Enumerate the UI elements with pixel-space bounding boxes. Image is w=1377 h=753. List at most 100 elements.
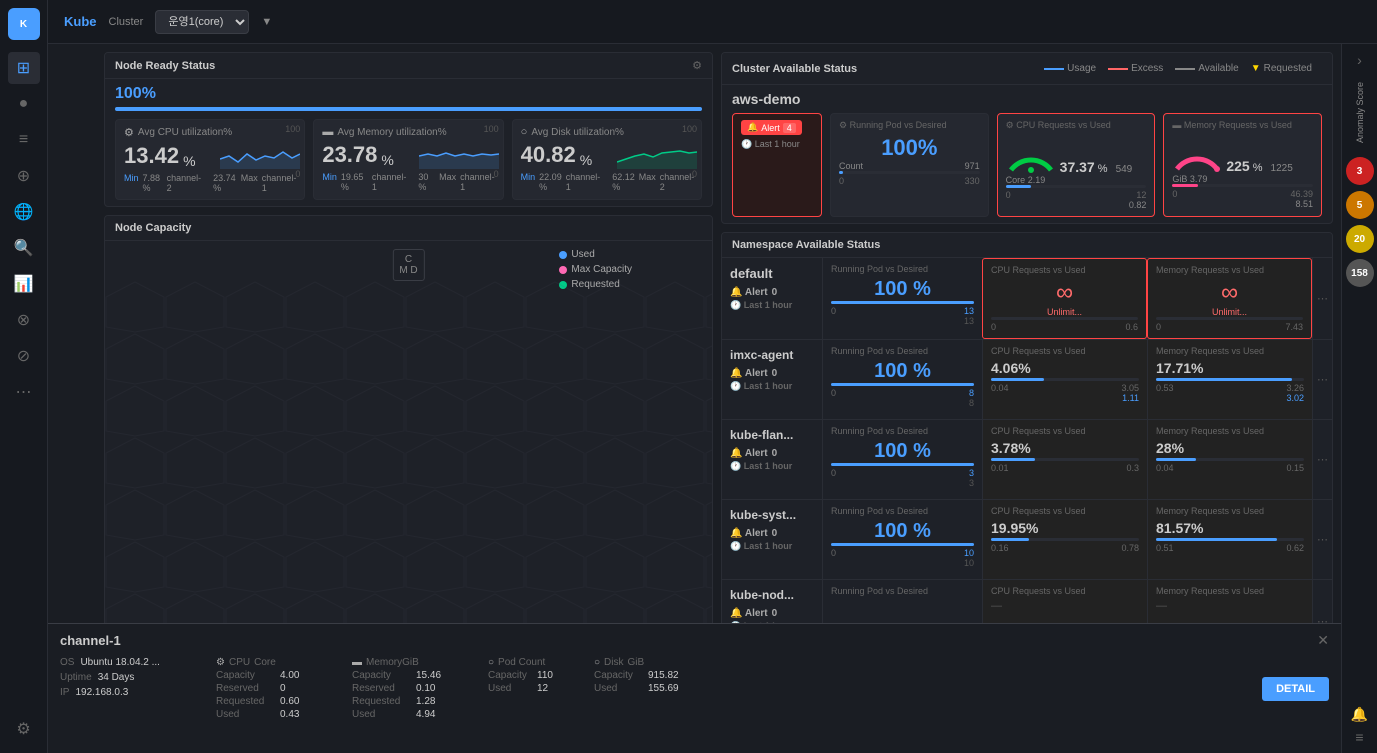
sidebar-item-network[interactable]: ⊕	[8, 160, 40, 192]
detail-button[interactable]: DETAIL	[1262, 677, 1329, 701]
mem-req-value: 225	[1226, 158, 1249, 174]
detail-cpu-used-label: Used	[216, 709, 272, 720]
ns-imxc-mem-title: Memory Requests vs Used	[1156, 346, 1304, 356]
right-sidebar-list-icon[interactable]: ≡	[1355, 729, 1363, 745]
detail-col-memory: ▬ MemoryGiB Capacity15.46 Reserved0.10 R…	[352, 657, 472, 720]
detail-ip-label: IP	[60, 687, 69, 698]
right-sidebar: › Anomaly Score 3 5 20 158 🔔 ≡	[1341, 44, 1377, 753]
cluster-body: aws-demo 🔔 Alert 4 🕐 Last 1 hour	[722, 85, 1332, 223]
ns-kubesyst-cpu-labels: 0.160.78	[991, 543, 1139, 553]
disk-metric-label: Avg Disk utilization%	[531, 127, 624, 138]
detail-mem-values: Capacity15.46 Reserved0.10 Requested1.28…	[352, 670, 472, 720]
pod-max: 971	[965, 161, 980, 171]
cluster-available-title: Cluster Available Status	[732, 63, 857, 75]
sidebar-item-chart[interactable]: 📊	[8, 268, 40, 300]
detail-cpu-used-value: 0.43	[280, 709, 336, 720]
detail-ip-row: IP 192.168.0.3	[60, 687, 200, 698]
ns-kubeflan-pod-desired: 3	[831, 478, 974, 488]
cpu-slider-fill	[1006, 185, 1031, 188]
detail-cpu-icon: ⚙	[216, 657, 225, 668]
sidebar-item-settings[interactable]: ⚙	[8, 713, 40, 745]
ns-name-kubesyst: kube-syst... 🔔 Alert 0 🕐 Last 1 hour	[722, 500, 822, 579]
ns-kubeflan-pods: Running Pod vs Desired 100 % 03 3	[822, 420, 982, 499]
ns-default-menu[interactable]: ⋯	[1312, 258, 1332, 339]
ns-default-pods: Running Pod vs Desired 100 % 0 13 13	[822, 258, 982, 339]
excess-line	[1108, 68, 1128, 70]
detail-disk-used-value: 155.69	[648, 683, 694, 694]
ns-kubesyst-mem-value: 81.57%	[1156, 520, 1304, 536]
node-capacity-header: Node Capacity	[105, 216, 712, 241]
detail-btn-wrapper: DETAIL	[1262, 657, 1329, 720]
ns-kubeflan-cpu-slider	[991, 458, 1139, 461]
sidebar-item-search[interactable]: 🔍	[8, 232, 40, 264]
ns-kubeflan-mem-slider	[1156, 458, 1304, 461]
right-sidebar-chevron[interactable]: ›	[1357, 52, 1362, 68]
ns-imxc-mem-value: 17.71%	[1156, 360, 1304, 376]
alert-count: 4	[783, 123, 796, 133]
detail-panel: channel-1 ✕ OS Ubuntu 18.04.2 ... Uptime…	[48, 623, 1341, 753]
sidebar-item-dot[interactable]: ●	[8, 88, 40, 120]
anomaly-badge-5[interactable]: 5	[1346, 191, 1374, 219]
detail-disk-used-label: Used	[594, 683, 640, 694]
ns-name-kubeflan: kube-flan... 🔔 Alert 0 🕐 Last 1 hour	[722, 420, 822, 499]
ns-kubenod-mem-title: Memory Requests vs Used	[1156, 586, 1304, 596]
cluster-available-header: Cluster Available Status Usage Excess Av…	[722, 53, 1332, 85]
sidebar-item-globe[interactable]: 🌐	[8, 196, 40, 228]
detail-ip-value: 192.168.0.3	[75, 687, 128, 698]
ns-imxc-pod-desired: 8	[831, 398, 974, 408]
detail-pod-used-value: 12	[537, 683, 578, 694]
sidebar-item-table[interactable]: ⊗	[8, 304, 40, 336]
node-ready-content: 100% ⚙ Avg CPU utilization% 13.42 %	[105, 79, 712, 206]
node-ready-settings-icon[interactable]: ⚙	[692, 59, 702, 72]
anomaly-badge-158[interactable]: 158	[1346, 259, 1374, 287]
ns-default-mem-labels: 07.43	[1156, 322, 1303, 332]
cpu-metric-value: 13.42	[124, 143, 179, 169]
cluster-select[interactable]: 운영1(core)	[155, 10, 249, 34]
ns-imxc-pod-slider	[831, 383, 974, 386]
ns-imxc-alert: 🔔 Alert 0 🕐 Last 1 hour	[730, 368, 814, 392]
metrics-row: ⚙ Avg CPU utilization% 13.42 % 100	[115, 119, 702, 200]
ns-default-mem-slider	[1156, 317, 1303, 320]
ns-default-cpu-title: CPU Requests vs Used	[991, 265, 1138, 275]
ns-name-imxc: imxc-agent 🔔 Alert 0 🕐 Last 1 hour	[722, 340, 822, 419]
right-sidebar-bell-icon[interactable]: 🔔	[1351, 706, 1368, 723]
mem-metric-unit: %	[381, 152, 393, 168]
ns-default-pod-slider	[831, 301, 974, 304]
ns-imxc-mem-fill	[1156, 378, 1292, 381]
cpu-metric-unit: %	[183, 153, 195, 169]
detail-cpu-unit: Core	[254, 657, 276, 668]
app-logo[interactable]: K	[8, 8, 40, 40]
alert-bell-icon: 🔔	[747, 122, 758, 133]
detail-close-icon[interactable]: ✕	[1317, 632, 1329, 649]
detail-os-row: OS Ubuntu 18.04.2 ...	[60, 657, 200, 668]
cpu-slider-labels: 012	[1006, 190, 1147, 200]
detail-uptime-value: 34 Days	[98, 672, 135, 683]
sidebar-item-list[interactable]: ≡	[8, 124, 40, 156]
ns-imxc-pods: Running Pod vs Desired 100 % 08 8	[822, 340, 982, 419]
namespace-title: Namespace Available Status	[732, 239, 880, 251]
detail-header: channel-1 ✕	[60, 632, 1329, 649]
ns-kubeflan-menu[interactable]: ⋯	[1312, 420, 1332, 499]
detail-cpu-values: Capacity4.00 Reserved0 Requested0.60 Use…	[216, 670, 336, 720]
anomaly-badge-3[interactable]: 3	[1346, 157, 1374, 185]
ns-kubesyst-menu[interactable]: ⋯	[1312, 500, 1332, 579]
cpu-metric-card: ⚙ Avg CPU utilization% 13.42 % 100	[115, 119, 305, 200]
sidebar-item-dots[interactable]: ⋯	[8, 376, 40, 408]
detail-mem-label: MemoryGiB	[366, 657, 419, 668]
sidebar-item-home[interactable]: ⊞	[8, 52, 40, 84]
ns-kubesyst-mem-slider	[1156, 538, 1304, 541]
running-pod-box: ⚙ Running Pod vs Desired 100% Count 971	[830, 113, 989, 217]
ns-default-pod-desired: 13	[831, 316, 974, 326]
sidebar-item-grid[interactable]: ⊘	[8, 340, 40, 372]
legend-usage-text: Usage	[1067, 63, 1096, 74]
mem-slider-fill	[1172, 184, 1197, 187]
ns-default-alert: 🔔 Alert 0 🕐 Last 1 hour	[730, 287, 814, 311]
legend-excess: Excess	[1108, 63, 1163, 74]
requested-triangle: ▼	[1251, 63, 1261, 74]
anomaly-badge-20[interactable]: 20	[1346, 225, 1374, 253]
legend-excess-text: Excess	[1131, 63, 1163, 74]
ns-imxc-menu[interactable]: ⋯	[1312, 340, 1332, 419]
mem-gib-row: GiB 3.79	[1172, 174, 1313, 184]
node-ready-progress-fill	[115, 107, 702, 111]
ns-imxc-cpu: CPU Requests vs Used 4.06% 0.043.05 1.11	[982, 340, 1147, 419]
